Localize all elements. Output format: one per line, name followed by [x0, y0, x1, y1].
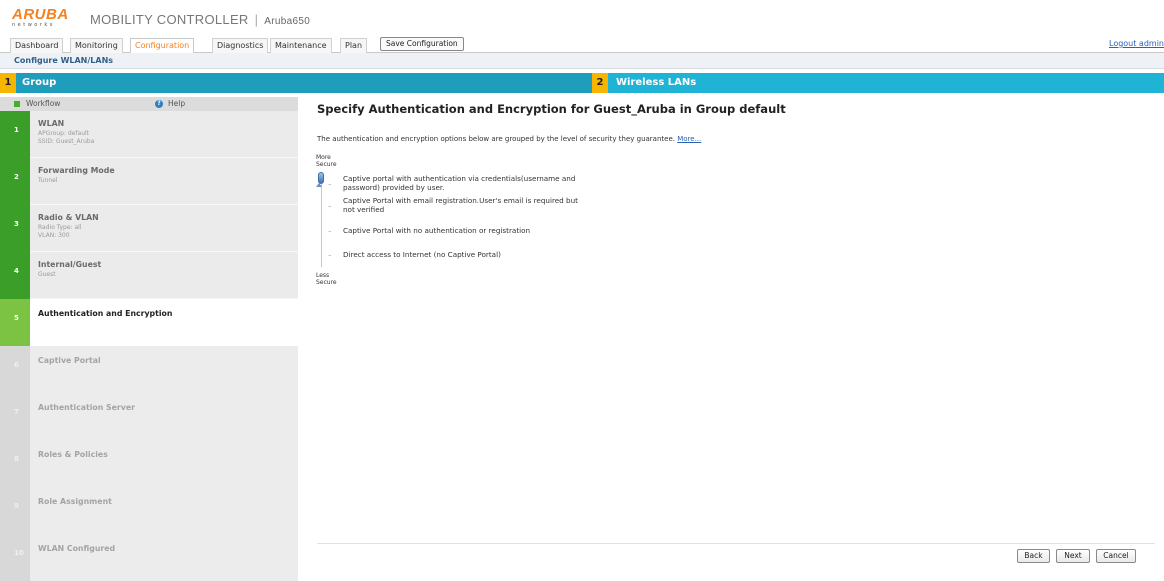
workflow-item-number: 5 — [0, 299, 30, 346]
workflow-item-detail: Guest — [38, 271, 56, 278]
workflow-item-detail: SSID: Guest_Aruba — [38, 138, 95, 145]
workflow-item-number: 3 — [0, 205, 30, 252]
tab-configuration[interactable]: Configuration — [130, 38, 195, 54]
step-group-label: Group — [22, 77, 57, 88]
workflow-label: Workflow — [26, 99, 61, 108]
option-label: Captive Portal with no authentication or… — [343, 226, 531, 235]
workflow-item-title: Role Assignment — [38, 497, 112, 506]
workflow-item-forwarding-mode[interactable]: 2 Forwarding Mode Tunnel — [0, 158, 298, 205]
workflow-item-roles-policies: 8 Roles & Policies — [0, 440, 298, 487]
workflow-item-authentication-encryption[interactable]: 5 Authentication and Encryption — [0, 299, 298, 346]
save-configuration-button[interactable]: Save Configuration — [380, 37, 464, 51]
scale-top-line: Secure — [316, 161, 337, 168]
tab-maintenance[interactable]: Maintenance — [270, 38, 332, 53]
step-group-number: 1 — [0, 73, 16, 93]
workflow-item-number: 8 — [0, 440, 30, 487]
workflow-item-title: Roles & Policies — [38, 450, 108, 459]
step-wireless-lans[interactable]: 2 Wireless LANs — [592, 73, 1164, 93]
scale-less-secure: Less Secure — [316, 272, 337, 286]
workflow-item-number: 10 — [0, 534, 30, 581]
logout-link[interactable]: Logout admin — [1109, 39, 1164, 48]
tab-monitoring[interactable]: Monitoring — [70, 38, 123, 53]
workflow-sidebar: Workflow ? Help 1 WLAN APGroup: default … — [0, 97, 298, 581]
workflow-item-number: 2 — [0, 158, 30, 205]
workflow-item-title: Authentication and Encryption — [38, 309, 173, 318]
help-link[interactable]: Help — [168, 97, 185, 111]
next-button[interactable]: Next — [1056, 549, 1090, 563]
workflow-item-detail: VLAN: 300 — [38, 232, 70, 239]
intro-sentence: The authentication and encryption option… — [317, 135, 675, 143]
workflow-item-title: Internal/Guest — [38, 260, 102, 269]
wizard-step-header: 1 Group 2 Wireless LANs — [0, 73, 1164, 93]
workflow-item-role-assignment: 9 Role Assignment — [0, 487, 298, 534]
workflow-item-authentication-server: 7 Authentication Server — [0, 393, 298, 440]
footer-divider — [317, 543, 1155, 544]
workflow-item-number: 6 — [0, 346, 30, 393]
top-bar: ARUBA networks MOBILITY CONTROLLER | Aruba… — [0, 0, 1164, 36]
main-panel: Specify Authentication and Encryption fo… — [298, 97, 1164, 563]
menu-bar: Dashboard Monitoring Configuration Diagn… — [0, 36, 1164, 54]
workflow-item-wlan-configured: 10 WLAN Configured — [0, 534, 298, 581]
slider-pointer-icon — [316, 183, 322, 187]
workflow-item-number: 1 — [0, 111, 30, 158]
page-title: Configure WLAN/LANs — [0, 53, 1164, 69]
scale-bottom-line: Less — [316, 272, 330, 279]
scale-more-secure: More Secure — [316, 154, 337, 168]
scale-top-line: More — [316, 154, 331, 161]
option-label: password) provided by user. — [343, 182, 445, 192]
workflow-item-captive-portal: 6 Captive Portal — [0, 346, 298, 393]
aruba-logo: ARUBA networks — [12, 6, 78, 30]
back-button[interactable]: Back — [1017, 549, 1050, 563]
cancel-button[interactable]: Cancel — [1096, 549, 1136, 563]
step-wireless-number: 2 — [592, 73, 608, 93]
tab-dashboard[interactable]: Dashboard — [10, 38, 64, 53]
step-group[interactable]: 1 Group — [0, 73, 592, 93]
workflow-item-title: Forwarding Mode — [38, 166, 115, 175]
workflow-item-detail: APGroup: default — [38, 130, 90, 137]
workflow-item-title: Radio & VLAN — [38, 213, 99, 222]
option-label: not verified — [343, 204, 385, 214]
tab-plan[interactable]: Plan — [340, 38, 368, 53]
controller-host: Aruba650 — [264, 16, 311, 27]
workflow-item-number: 4 — [0, 252, 30, 299]
workflow-item-radio-vlan[interactable]: 3 Radio & VLAN Radio Type: all VLAN: 300 — [0, 205, 298, 252]
workflow-item-title: Authentication Server — [38, 403, 135, 412]
workflow-square-icon — [14, 101, 20, 107]
option-label: Direct access to Internet (no Captive Po… — [343, 250, 501, 259]
tab-diagnostics[interactable]: Diagnostics — [212, 38, 269, 53]
workflow-item-wlan[interactable]: 1 WLAN APGroup: default SSID: Guest_Arub… — [0, 111, 298, 158]
workflow-header: Workflow ? Help — [0, 97, 298, 111]
product-separator: | — [254, 12, 259, 27]
workflow-item-number: 7 — [0, 393, 30, 440]
workflow-item-internal-guest[interactable]: 4 Internal/Guest Guest — [0, 252, 298, 299]
intro-text: The authentication and encryption option… — [317, 135, 701, 143]
product-title: MOBILITY CONTROLLER | Aruba650 — [90, 12, 310, 27]
workflow-item-number: 9 — [0, 487, 30, 534]
product-name: MOBILITY CONTROLLER — [90, 12, 249, 27]
workflow-item-title: WLAN — [38, 119, 65, 128]
logo-subtitle: networks — [12, 22, 55, 28]
workflow-item-title: WLAN Configured — [38, 544, 116, 553]
section-heading: Specify Authentication and Encryption fo… — [317, 102, 786, 116]
logo-brand: ARUBA — [12, 6, 69, 23]
workflow-item-detail: Tunnel — [38, 177, 58, 184]
help-icon[interactable]: ? — [155, 100, 163, 108]
workflow-item-detail: Radio Type: all — [38, 224, 82, 231]
workflow-item-title: Captive Portal — [38, 356, 101, 365]
scale-bottom-line: Secure — [316, 279, 337, 286]
more-link[interactable]: More... — [677, 135, 701, 143]
step-wireless-label: Wireless LANs — [616, 77, 697, 88]
